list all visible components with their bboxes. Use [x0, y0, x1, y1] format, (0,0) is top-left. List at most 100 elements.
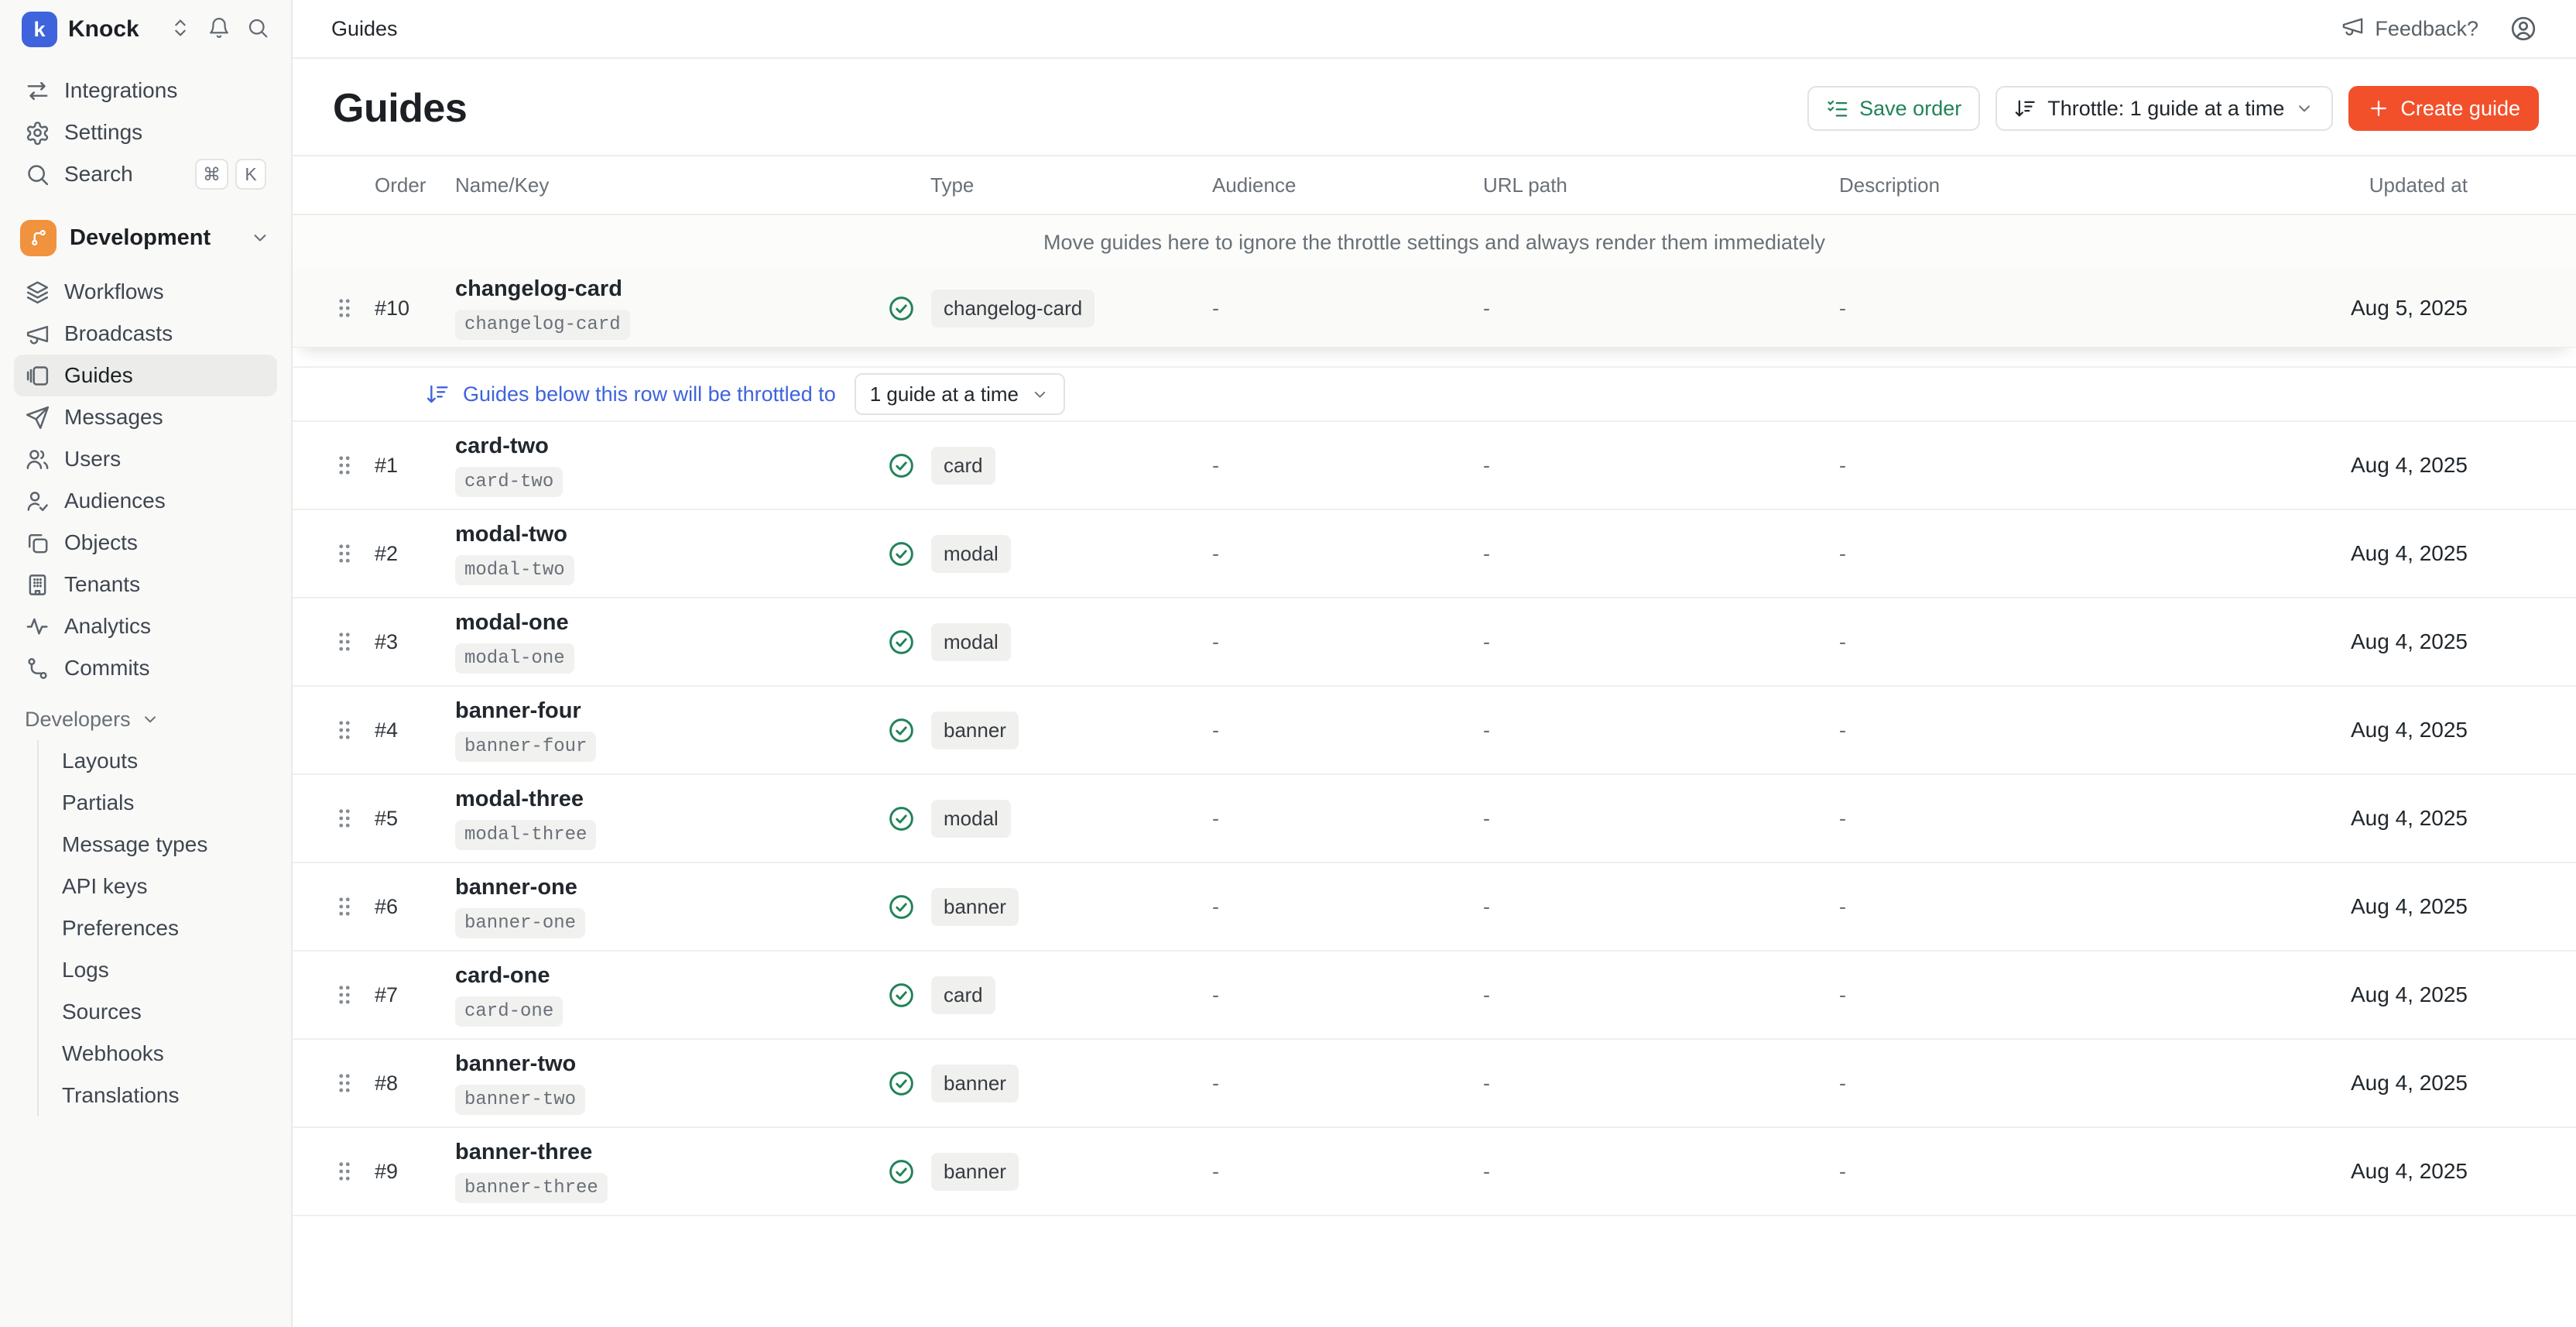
guide-updated-at: Aug 4, 2025 — [2351, 629, 2468, 654]
search-icon — [25, 162, 50, 187]
guide-row-banner-two[interactable]: #8banner-twobanner-twobanner---Aug 4, 20… — [293, 1040, 2576, 1128]
sidebar-item-audiences[interactable]: Audiences — [14, 480, 277, 522]
guide-row-card-one[interactable]: #7card-onecard-onecard---Aug 4, 2025 — [293, 952, 2576, 1040]
guide-description: - — [1827, 454, 2322, 478]
sidebar-item-webhooks[interactable]: Webhooks — [39, 1033, 277, 1075]
guide-name: changelog-card — [455, 276, 887, 302]
guide-type-cell: banner — [887, 888, 1200, 926]
save-order-button[interactable]: Save order — [1807, 86, 1980, 131]
environment-switcher[interactable]: Development — [14, 215, 277, 260]
sidebar-item-label: Commits — [64, 656, 149, 681]
active-status-check-icon — [887, 628, 916, 657]
guide-row-changelog-card[interactable]: #10changelog-cardchangelog-cardchangelog… — [293, 269, 2576, 347]
guide-name: banner-two — [455, 1051, 887, 1077]
drag-handle-icon[interactable] — [331, 893, 375, 920]
breadcrumb: Guides — [331, 17, 2341, 41]
guide-type-badge: banner — [931, 1065, 1019, 1102]
drag-handle-icon[interactable] — [331, 982, 375, 1008]
guide-url-path: - — [1471, 807, 1827, 831]
notifications-icon[interactable] — [207, 16, 231, 43]
guide-name-cell: modal-onemodal-one — [449, 610, 887, 674]
sidebar-item-analytics[interactable]: Analytics — [14, 605, 277, 647]
sidebar-item-workflows[interactable]: Workflows — [14, 271, 277, 313]
guide-row-banner-three[interactable]: #9banner-threebanner-threebanner---Aug 4… — [293, 1128, 2576, 1216]
sidebar-item-api-keys[interactable]: API keys — [39, 866, 277, 907]
guide-audience: - — [1200, 983, 1471, 1007]
drag-handle-icon[interactable] — [331, 629, 375, 655]
guide-row-card-two[interactable]: #1card-twocard-twocard---Aug 4, 2025 — [293, 422, 2576, 510]
guide-description: - — [1827, 895, 2322, 919]
sidebar-item-logs[interactable]: Logs — [39, 949, 277, 991]
sidebar-item-layouts[interactable]: Layouts — [39, 740, 277, 782]
guide-url-path: - — [1471, 983, 1827, 1007]
sidebar-header: k Knock — [14, 0, 277, 59]
guide-row-banner-four[interactable]: #4banner-fourbanner-fourbanner---Aug 4, … — [293, 687, 2576, 775]
sidebar-item-guides[interactable]: Guides — [14, 355, 277, 396]
column-header-name-key: Name/Key — [449, 173, 887, 197]
developers-section-toggle[interactable]: Developers — [14, 698, 277, 740]
sidebar-item-preferences[interactable]: Preferences — [39, 907, 277, 949]
feedback-button[interactable]: Feedback? — [2341, 14, 2478, 43]
guide-type-badge: banner — [931, 1153, 1019, 1191]
drag-handle-icon[interactable] — [331, 1070, 375, 1096]
drag-handle-icon[interactable] — [331, 540, 375, 567]
column-header-updated-at: Updated at — [2369, 173, 2468, 197]
chevron-down-icon — [2294, 98, 2314, 118]
drag-handle-icon[interactable] — [331, 452, 375, 478]
sidebar-item-objects[interactable]: Objects — [14, 522, 277, 564]
column-header-url-path: URL path — [1471, 173, 1827, 197]
sidebar-item-search[interactable]: Search⌘K — [14, 153, 277, 195]
building-icon — [25, 572, 50, 598]
guide-name: banner-three — [455, 1140, 887, 1165]
sidebar-item-sources[interactable]: Sources — [39, 991, 277, 1033]
workspace-name[interactable]: Knock — [68, 16, 158, 43]
guide-name: banner-one — [455, 875, 887, 900]
drag-handle-icon[interactable] — [331, 717, 375, 743]
workspace-switcher-icon[interactable] — [169, 16, 192, 43]
throttle-divider-label: Guides below this row will be throttled … — [463, 382, 836, 406]
sidebar-item-messages[interactable]: Messages — [14, 396, 277, 438]
guide-key-badge: card-two — [455, 467, 563, 497]
guide-key-badge: modal-one — [455, 643, 574, 674]
sidebar-item-users[interactable]: Users — [14, 438, 277, 480]
guide-row-banner-one[interactable]: #6banner-onebanner-onebanner---Aug 4, 20… — [293, 863, 2576, 952]
search-icon[interactable] — [246, 16, 269, 43]
guide-url-path: - — [1471, 1072, 1827, 1096]
sidebar-item-broadcasts[interactable]: Broadcasts — [14, 313, 277, 355]
drag-handle-icon[interactable] — [331, 295, 375, 321]
sidebar-item-integrations[interactable]: Integrations — [14, 70, 277, 111]
guide-key-badge: banner-three — [455, 1173, 608, 1203]
guide-description: - — [1827, 542, 2322, 566]
megaphone-icon — [2341, 14, 2365, 43]
guide-key-badge: banner-one — [455, 908, 585, 938]
guide-type-cell: card — [887, 447, 1200, 485]
throttle-settings-button[interactable]: Throttle: 1 guide at a time — [1995, 86, 2333, 131]
sidebar-item-commits[interactable]: Commits — [14, 647, 277, 689]
sidebar-item-settings[interactable]: Settings — [14, 111, 277, 153]
drag-handle-icon[interactable] — [331, 805, 375, 832]
guide-audience: - — [1200, 630, 1471, 654]
guide-name: card-two — [455, 434, 887, 459]
guide-url-path: - — [1471, 454, 1827, 478]
guide-key-badge: banner-four — [455, 732, 596, 762]
sidebar-item-tenants[interactable]: Tenants — [14, 564, 277, 605]
guide-name-cell: banner-twobanner-two — [449, 1051, 887, 1115]
sidebar-item-message-types[interactable]: Message types — [39, 824, 277, 866]
sidebar-item-translations[interactable]: Translations — [39, 1075, 277, 1116]
account-menu-button[interactable] — [2509, 15, 2537, 43]
column-header-description: Description — [1827, 173, 2322, 197]
drag-handle-icon[interactable] — [331, 1158, 375, 1185]
chevron-down-icon — [249, 227, 271, 249]
guide-row-modal-two[interactable]: #2modal-twomodal-twomodal---Aug 4, 2025 — [293, 510, 2576, 598]
sidebar-item-label: Audiences — [64, 489, 166, 513]
sidebar-item-label: Users — [64, 447, 121, 471]
guide-row-modal-three[interactable]: #5modal-threemodal-threemodal---Aug 4, 2… — [293, 775, 2576, 863]
guide-audience: - — [1200, 297, 1471, 321]
guide-row-modal-one[interactable]: #3modal-onemodal-onemodal---Aug 4, 2025 — [293, 598, 2576, 687]
sidebar-item-partials[interactable]: Partials — [39, 782, 277, 824]
guide-description: - — [1827, 983, 2322, 1007]
throttle-divider-dropdown[interactable]: 1 guide at a time — [855, 373, 1065, 415]
environment-label: Development — [70, 225, 236, 251]
column-header-audience: Audience — [1200, 173, 1471, 197]
create-guide-button[interactable]: Create guide — [2348, 86, 2539, 131]
